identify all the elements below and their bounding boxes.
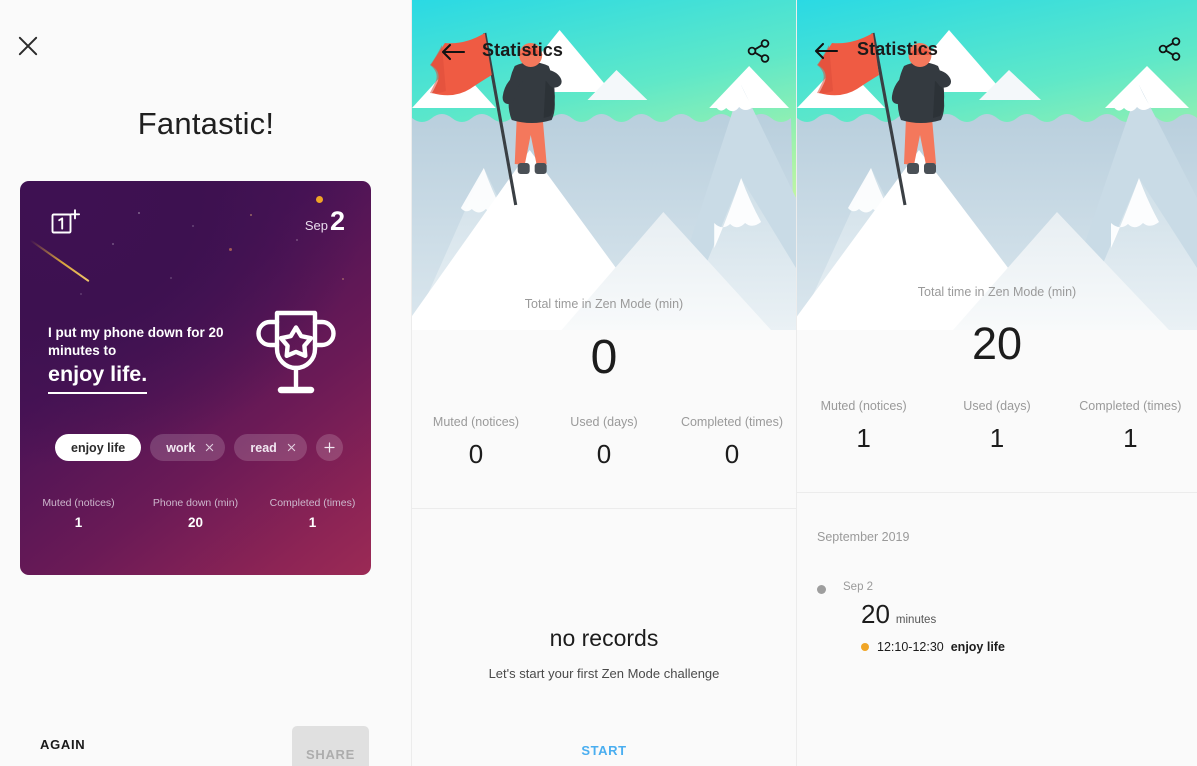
page-title: Statistics	[482, 40, 564, 60]
stat-label: Completed (times)	[1079, 399, 1182, 413]
total-time-label: Total time in Zen Mode (min)	[524, 297, 684, 311]
record-date: Sep 2	[843, 581, 874, 593]
activity-chips: enjoy life work read	[55, 434, 343, 461]
section-divider	[797, 492, 1197, 493]
stat-label: Muted (notices)	[432, 415, 520, 429]
record-minutes: 20	[861, 599, 890, 629]
start-button[interactable]: START	[412, 743, 796, 758]
card-stat-value: 1	[74, 515, 83, 530]
card-date: Sep2	[304, 196, 345, 236]
card-date-day: 2	[329, 206, 345, 236]
card-stat-value: 20	[187, 515, 204, 530]
statistics-empty-panel: Statistics Total time in Zen Mode (min) …	[412, 0, 797, 766]
page-title: Fantastic!	[137, 106, 275, 141]
card-stats-row: Muted (notices) 1 Phone down (min) 20 Co…	[20, 497, 371, 530]
card-sentence: I put my phone down for 20 minutes to	[48, 325, 224, 359]
oneplus-logo	[50, 206, 82, 238]
back-arrow-icon[interactable]	[440, 40, 466, 64]
empty-state-title: no records	[549, 625, 659, 651]
card-activity: enjoy life.	[48, 362, 148, 394]
stat-used: Used (days) 1	[930, 399, 1063, 454]
stat-label: Used (days)	[570, 415, 638, 429]
share-button[interactable]: SHARE	[292, 726, 369, 766]
chip-label: enjoy life	[71, 440, 126, 455]
record-minutes-unit: minutes	[895, 614, 937, 626]
stat-value: 0	[596, 439, 612, 469]
stat-muted: Muted (notices) 1	[797, 399, 930, 454]
stat-muted: Muted (notices) 0	[412, 415, 540, 470]
achievement-card: Sep2 I put my phone down for 20 minutes …	[20, 181, 371, 575]
stat-value: 1	[989, 423, 1005, 453]
trophy-star-icon	[253, 305, 339, 405]
empty-state-subtitle: Let's start your first Zen Mode challeng…	[488, 666, 720, 681]
plus-icon[interactable]	[315, 434, 343, 461]
record-duration: 20 minutes	[861, 601, 1183, 627]
stat-completed: Completed (times) 0	[668, 415, 796, 470]
record-tag-label: enjoy life	[950, 640, 1005, 654]
stat-label: Completed (times)	[680, 415, 784, 429]
chip-remove-icon[interactable]	[204, 442, 215, 453]
chip-work[interactable]: work	[150, 434, 226, 461]
total-time-label: Total time in Zen Mode (min)	[917, 285, 1077, 299]
month-header: September 2019	[817, 530, 910, 544]
back-arrow-icon[interactable]	[813, 39, 839, 63]
page-title: Statistics	[857, 39, 939, 59]
stat-label: Muted (notices)	[820, 399, 907, 413]
card-stat-phone-down: Phone down (min) 20	[137, 497, 254, 530]
record-item[interactable]: Sep 2 20 minutes 12:10-12:30 enjoy life	[817, 581, 1183, 654]
record-session: 12:10-12:30 enjoy life	[861, 640, 1183, 654]
result-actions: AGAIN SHARE	[0, 702, 412, 766]
stat-value: 1	[856, 423, 871, 453]
card-date-month: Sep	[304, 218, 328, 233]
app-bar: Statistics	[412, 0, 796, 84]
stat-used: Used (days) 0	[540, 415, 668, 470]
chip-label: work	[166, 440, 196, 455]
chip-read[interactable]: read	[234, 434, 307, 461]
section-divider	[412, 508, 796, 509]
result-panel: Fantastic! Sep2 I put my phone down for …	[0, 0, 412, 766]
close-icon[interactable]	[14, 32, 42, 60]
app-bar: Statistics	[797, 0, 1197, 84]
chip-enjoy-life[interactable]: enjoy life	[55, 434, 142, 461]
card-stat-label: Muted (notices)	[42, 497, 115, 509]
statistics-filled-panel: Statistics Total time in Zen Mode (min) …	[797, 0, 1197, 766]
stat-label: Used (days)	[963, 399, 1031, 413]
stat-value: 0	[468, 439, 484, 469]
stat-value: 1	[1123, 423, 1138, 453]
chip-remove-icon[interactable]	[286, 442, 297, 453]
chip-label: read	[250, 440, 277, 455]
card-stat-completed: Completed (times) 1	[254, 497, 371, 530]
card-stat-label: Completed (times)	[269, 497, 356, 509]
app-root: Fantastic! Sep2 I put my phone down for …	[0, 0, 1197, 766]
share-icon[interactable]	[746, 38, 772, 64]
stat-completed: Completed (times) 1	[1064, 399, 1197, 454]
date-dot	[316, 196, 323, 203]
stat-value: 0	[724, 439, 740, 469]
card-stat-value: 1	[308, 515, 317, 530]
card-stat-muted: Muted (notices) 1	[20, 497, 137, 530]
session-dot-icon	[861, 643, 869, 651]
record-time-range: 12:10-12:30	[877, 640, 944, 654]
total-time-value: 20	[971, 318, 1023, 369]
again-button[interactable]: AGAIN	[40, 737, 85, 752]
record-bullet-icon	[817, 585, 826, 594]
summary-stats-row: Muted (notices) 0 Used (days) 0 Complete…	[412, 415, 796, 470]
card-stat-label: Phone down (min)	[152, 497, 239, 509]
total-time-value: 0	[590, 331, 618, 384]
share-icon[interactable]	[1157, 36, 1183, 62]
summary-stats-row: Muted (notices) 1 Used (days) 1 Complete…	[797, 399, 1197, 454]
